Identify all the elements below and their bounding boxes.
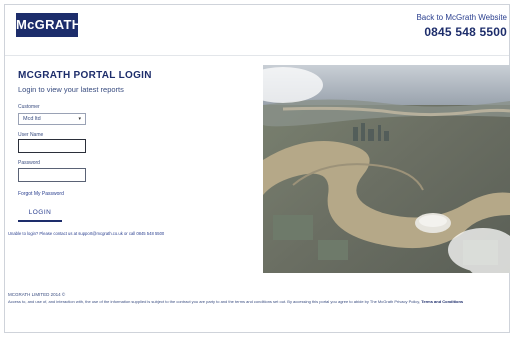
footer-legal: Access to, and use of, and interaction w… — [8, 299, 506, 304]
customer-label: Customer — [18, 104, 40, 110]
password-input[interactable] — [18, 168, 86, 182]
login-button[interactable]: LOGIN — [18, 206, 62, 222]
username-input[interactable] — [18, 139, 86, 153]
footer-address: MCGRATH LIMITED 2014 © — [8, 292, 66, 297]
page-subtitle: Login to view your latest reports — [18, 85, 124, 94]
password-label: Password — [18, 160, 40, 166]
terms-link[interactable]: Terms and Conditions — [421, 299, 463, 304]
customer-select[interactable]: Mcd ltd ▾ — [18, 113, 86, 125]
hero-aerial-photo — [263, 65, 510, 273]
mcgrath-logo[interactable]: McGRATH — [16, 13, 81, 37]
chevron-down-icon: ▾ — [78, 116, 81, 122]
phone-number: 0845 548 5500 — [424, 25, 507, 39]
forgot-password-link[interactable]: Forgot My Password — [18, 191, 64, 197]
footer-legal-text: Access to, and use of, and interaction w… — [8, 299, 421, 304]
page-title: MCGRATH PORTAL LOGIN — [18, 70, 152, 81]
customer-select-value: Mcd ltd — [23, 116, 41, 122]
help-note: Unable to login? Please contact us at su… — [8, 231, 165, 236]
site-header: McGRATH Back to McGrath Website 0845 548… — [5, 5, 509, 56]
back-to-website-link[interactable]: Back to McGrath Website — [416, 13, 507, 22]
username-label: User Name — [18, 132, 44, 138]
page-frame: McGRATH Back to McGrath Website 0845 548… — [4, 4, 510, 333]
